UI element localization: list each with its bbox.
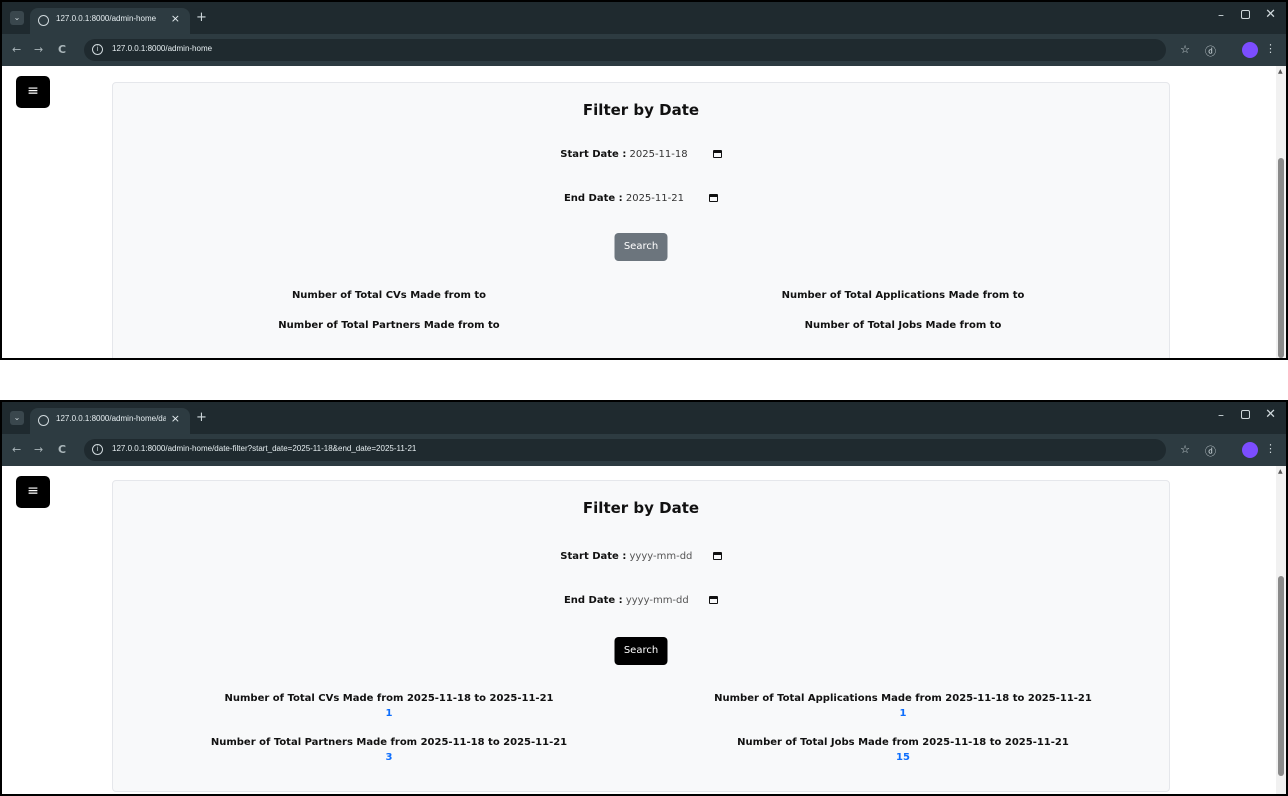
page-title: Filter by Date: [582, 499, 700, 517]
kebab-menu-icon[interactable]: ⋮: [1265, 442, 1276, 455]
forward-icon[interactable]: →: [34, 43, 43, 56]
end-date-row: End Date : 2025-11-21: [113, 193, 1169, 204]
url-field[interactable]: i 127.0.0.1:8000/admin-home: [84, 39, 1166, 61]
hamburger-menu-button[interactable]: ≡: [16, 476, 50, 508]
url-text: 127.0.0.1:8000/admin-home/date-filter?st…: [112, 444, 417, 453]
tab-search-icon[interactable]: ⌄: [10, 11, 24, 25]
calendar-icon[interactable]: [709, 596, 719, 604]
stat-cvs: Number of Total CVs Made from to: [129, 290, 649, 301]
stat-value: 15: [896, 752, 910, 763]
stat-value: 3: [385, 752, 393, 763]
browser-window-after-filter: ⌄ 127.0.0.1:8000/admin-home/da × + – ✕ ←…: [0, 400, 1288, 796]
stat-partners: Number of Total Partners Made from 2025-…: [129, 737, 649, 763]
start-date-row: Start Date : yyyy-mm-dd: [113, 551, 1169, 562]
address-bar: ← → C i 127.0.0.1:8000/admin-home/date-f…: [2, 434, 1286, 466]
search-button[interactable]: Search: [614, 637, 668, 665]
minimize-button[interactable]: –: [1218, 8, 1224, 22]
tab-bar: ⌄ 127.0.0.1:8000/admin-home × + – ✕: [2, 2, 1286, 34]
stat-jobs: Number of Total Jobs Made from to: [643, 320, 1163, 331]
start-date-input[interactable]: yyyy-mm-dd: [630, 551, 702, 562]
stat-label: Number of Total Jobs Made from to: [804, 320, 1002, 331]
calendar-icon[interactable]: [712, 552, 722, 560]
calendar-icon[interactable]: [709, 194, 719, 202]
back-icon[interactable]: ←: [12, 43, 21, 56]
tab-close-icon[interactable]: ×: [171, 412, 180, 425]
reload-icon[interactable]: C: [58, 443, 66, 456]
tab-close-icon[interactable]: ×: [171, 12, 180, 25]
page-viewport: ≡ Filter by Date Start Date : yyyy-mm-dd…: [2, 466, 1276, 794]
minimize-button[interactable]: –: [1218, 408, 1224, 422]
profile-avatar[interactable]: [1242, 42, 1258, 58]
globe-icon: [38, 15, 49, 26]
bookmark-star-icon[interactable]: ☆: [1180, 443, 1190, 456]
tab-search-icon[interactable]: ⌄: [10, 411, 24, 425]
stat-label: Number of Total Jobs Made from 2025-11-1…: [737, 737, 1069, 748]
hamburger-menu-button[interactable]: ≡: [16, 76, 50, 108]
stat-applications: Number of Total Applications Made from 2…: [643, 693, 1163, 719]
restore-button[interactable]: [1241, 410, 1250, 419]
site-info-icon[interactable]: i: [92, 444, 103, 455]
restore-button[interactable]: [1241, 10, 1250, 19]
end-date-label: End Date :: [563, 595, 623, 606]
tab-active[interactable]: 127.0.0.1:8000/admin-home/da ×: [30, 408, 190, 434]
end-date-input[interactable]: 2025-11-21: [626, 193, 698, 204]
close-window-button[interactable]: ✕: [1265, 7, 1276, 22]
start-date-input[interactable]: 2025-11-18: [630, 149, 702, 160]
tab-bar: ⌄ 127.0.0.1:8000/admin-home/da × + – ✕: [2, 402, 1286, 434]
stat-applications: Number of Total Applications Made from t…: [643, 290, 1163, 301]
kebab-menu-icon[interactable]: ⋮: [1265, 42, 1276, 55]
reload-icon[interactable]: C: [58, 43, 66, 56]
start-date-row: Start Date : 2025-11-18: [113, 149, 1169, 160]
address-bar: ← → C i 127.0.0.1:8000/admin-home ☆ ⓓ ⋮: [2, 34, 1286, 66]
page-viewport: ≡ Filter by Date Start Date : 2025-11-18…: [2, 66, 1276, 358]
scrollbar[interactable]: ▲: [1276, 466, 1286, 794]
new-tab-button[interactable]: +: [196, 410, 207, 425]
profile-avatar[interactable]: [1242, 442, 1258, 458]
scrollbar-thumb[interactable]: [1278, 158, 1284, 358]
start-date-label: Start Date :: [560, 551, 627, 562]
stat-label: Number of Total CVs Made from to: [291, 290, 487, 301]
back-icon[interactable]: ←: [12, 443, 21, 456]
stat-value: 1: [385, 708, 393, 719]
start-date-label: Start Date :: [560, 149, 627, 160]
end-date-input[interactable]: yyyy-mm-dd: [626, 595, 698, 606]
end-date-label: End Date :: [563, 193, 623, 204]
stat-value: 1: [899, 708, 907, 719]
scrollbar[interactable]: ▲: [1276, 66, 1286, 358]
stat-label: Number of Total CVs Made from 2025-11-18…: [224, 693, 554, 704]
scrollbar-thumb[interactable]: [1278, 576, 1284, 776]
scroll-up-icon[interactable]: ▲: [1278, 68, 1283, 75]
stat-partners: Number of Total Partners Made from to: [129, 320, 649, 331]
tab-title: 127.0.0.1:8000/admin-home/da: [56, 414, 166, 423]
globe-icon: [38, 415, 49, 426]
filter-card: Filter by Date Start Date : yyyy-mm-dd E…: [112, 480, 1170, 792]
forward-icon[interactable]: →: [34, 443, 43, 456]
url-field[interactable]: i 127.0.0.1:8000/admin-home/date-filter?…: [84, 439, 1166, 461]
extensions-icon[interactable]: ⓓ: [1205, 43, 1216, 59]
stat-label: Number of Total Applications Made from t…: [781, 290, 1025, 301]
close-window-button[interactable]: ✕: [1265, 407, 1276, 422]
page-title: Filter by Date: [582, 101, 700, 119]
tab-active[interactable]: 127.0.0.1:8000/admin-home ×: [30, 8, 190, 34]
stat-jobs: Number of Total Jobs Made from 2025-11-1…: [643, 737, 1163, 763]
calendar-icon[interactable]: [712, 150, 722, 158]
browser-window-before-filter: ⌄ 127.0.0.1:8000/admin-home × + – ✕ ← → …: [0, 0, 1288, 360]
stat-cvs: Number of Total CVs Made from 2025-11-18…: [129, 693, 649, 719]
tab-title: 127.0.0.1:8000/admin-home: [56, 14, 157, 23]
url-text: 127.0.0.1:8000/admin-home: [112, 44, 213, 53]
extensions-icon[interactable]: ⓓ: [1205, 443, 1216, 459]
bookmark-star-icon[interactable]: ☆: [1180, 43, 1190, 56]
end-date-row: End Date : yyyy-mm-dd: [113, 595, 1169, 606]
stat-label: Number of Total Partners Made from 2025-…: [210, 737, 568, 748]
stat-label: Number of Total Applications Made from 2…: [714, 693, 1092, 704]
filter-card: Filter by Date Start Date : 2025-11-18 E…: [112, 82, 1170, 358]
site-info-icon[interactable]: i: [92, 44, 103, 55]
scroll-up-icon[interactable]: ▲: [1278, 468, 1283, 475]
new-tab-button[interactable]: +: [196, 10, 207, 25]
search-button[interactable]: Search: [614, 233, 668, 261]
stat-label: Number of Total Partners Made from to: [278, 320, 500, 331]
